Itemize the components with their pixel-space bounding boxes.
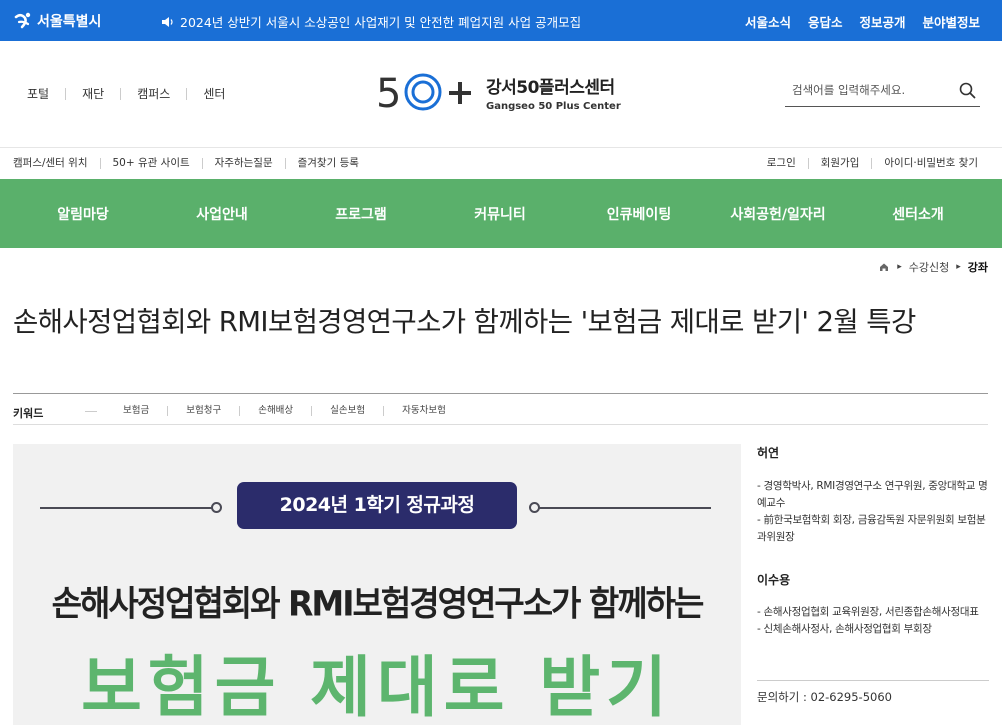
toplink-field-info[interactable]: 분야별정보 (922, 12, 980, 31)
keyword-tag[interactable]: 실손보험 (311, 406, 383, 416)
poster-line-left (40, 507, 217, 509)
bookmark-link[interactable]: 즐겨찾기 등록 (284, 158, 371, 169)
keyword-tag[interactable]: 보험청구 (167, 406, 239, 416)
instructor-name: 허연 (757, 446, 780, 460)
contact-phone: 문의하기 : 02-6295-5060 (757, 680, 989, 705)
instructor-bio-line: - 손해사정업협회 교육위원장, 서린종합손해사정대표 (757, 606, 979, 618)
nav-item-about[interactable]: 센터소개 (892, 204, 944, 224)
home-icon[interactable] (878, 261, 890, 273)
logo-english-name: Gangseo 50 Plus Center (486, 100, 621, 112)
nav-item-social-jobs[interactable]: 사회공헌/일자리 (730, 204, 825, 224)
util-link-center[interactable]: 센터 (186, 88, 241, 100)
poster-dot-right (529, 502, 540, 513)
poster-headline: 보험금 제대로 받기 (81, 649, 673, 725)
nav-item-notice[interactable]: 알림마당 (57, 204, 109, 224)
toplink-response[interactable]: 응답소 (808, 12, 843, 31)
poster-subtitle: 손해사정업협회와 RMI보험경영연구소가 함께하는 (51, 583, 705, 625)
chevron-right-icon: ▸ (897, 262, 902, 272)
signup-link[interactable]: 회원가입 (807, 158, 872, 169)
poster-dot-left (211, 502, 222, 513)
breadcrumb: ▸ 수강신청 ▸ 강좌 (878, 259, 988, 275)
keyword-tag[interactable]: 보험금 (105, 406, 167, 416)
util-link-portal[interactable]: 포털 (27, 88, 65, 100)
site-header: 포털 재단 캠퍼스 센터 5 강서50플러스센터 Gangseo 50 Plus… (0, 41, 1002, 147)
top-links: 서울소식 응답소 정보공개 분야별정보 (745, 12, 980, 31)
instructor-bio-line: - 경영학박사, RMI경영연구소 연구위원, 중앙대학교 명예교수 (757, 480, 988, 509)
speaker-icon (162, 16, 173, 27)
nav-item-business[interactable]: 사업안내 (196, 204, 248, 224)
keyword-list: 보험금 보험청구 손해배상 실손보험 자동차보험 (85, 406, 464, 416)
fifty-plus-logo-icon: 5 (376, 71, 471, 114)
chevron-right-icon: ▸ (956, 262, 961, 272)
nav-item-program[interactable]: 프로그램 (335, 204, 387, 224)
lecture-poster: 2024년 1학기 정규과정 손해사정업협회와 RMI보험경영연구소가 함께하는… (13, 444, 741, 725)
search-input[interactable] (792, 83, 952, 97)
site-logo[interactable]: 5 강서50플러스센터 Gangseo 50 Plus Center (376, 70, 621, 114)
notice-text: 2024년 상반기 서울시 소상공인 사업재기 및 안전한 폐업지원 사업 공개… (180, 15, 582, 30)
util-link-campus[interactable]: 캠퍼스 (120, 88, 186, 100)
account-links: 로그인 회원가입 아이디·비밀번호 찾기 (755, 158, 978, 169)
instructor-bio-line: - 前한국보험학회 회장, 금융감독원 자문위원회 보험분과위원장 (757, 514, 986, 543)
faq-link[interactable]: 자주하는질문 (201, 158, 285, 169)
instructor-bio-line: - 신체손해사정사, 손해사정업협회 부회장 (757, 623, 932, 635)
seoul-topbar: 서울특별시 2024년 상반기 서울시 소상공인 사업재기 및 안전한 폐업지원… (0, 0, 1002, 41)
utility-row: 캠퍼스/센터 위치 50+ 유관 사이트 자주하는질문 즐겨찾기 등록 로그인 … (0, 147, 1002, 179)
keyword-tag[interactable]: 손해배상 (239, 406, 311, 416)
logo-korean-name: 강서50플러스센터 (486, 77, 615, 98)
poster-line-right (538, 507, 711, 509)
util-link-foundation[interactable]: 재단 (65, 88, 120, 100)
nav-item-incubating[interactable]: 인큐베이팅 (607, 204, 671, 224)
login-link[interactable]: 로그인 (755, 158, 808, 169)
keyword-label: 키워드 (13, 407, 44, 420)
breadcrumb-current: 강좌 (967, 261, 988, 274)
nav-item-community[interactable]: 커뮤니티 (474, 204, 526, 224)
poster-semester-badge: 2024년 1학기 정규과정 (237, 482, 517, 529)
page-title: 손해사정업협회와 RMI보험경영연구소가 함께하는 '보험금 제대로 받기' 2… (13, 306, 916, 338)
family-site-nav: 포털 재단 캠퍼스 센터 (27, 88, 241, 100)
related-sites-link[interactable]: 50+ 유관 사이트 (99, 158, 202, 169)
campus-location-link[interactable]: 캠퍼스/센터 위치 (13, 158, 100, 169)
toplink-info-disclosure[interactable]: 정보공개 (859, 12, 905, 31)
seoul-brand-label: 서울특별시 (37, 14, 102, 30)
notice-link[interactable]: 2024년 상반기 서울시 소상공인 사업재기 및 안전한 폐업지원 사업 공개… (161, 12, 581, 31)
instructor-name: 이수용 (757, 573, 791, 587)
utility-links-left: 캠퍼스/센터 위치 50+ 유관 사이트 자주하는질문 즐겨찾기 등록 (13, 158, 371, 169)
keyword-divider (85, 411, 97, 412)
search-box (785, 75, 980, 107)
search-icon[interactable] (959, 82, 976, 99)
find-account-link[interactable]: 아이디·비밀번호 찾기 (871, 158, 978, 169)
svg-text:5: 5 (376, 71, 401, 114)
breadcrumb-enrollment[interactable]: 수강신청 (909, 259, 949, 275)
seoul-brand-link[interactable]: 서울특별시 (13, 10, 101, 32)
toplink-seoul-news[interactable]: 서울소식 (745, 12, 791, 31)
keyword-bar: 키워드 보험금 보험청구 손해배상 실손보험 자동차보험 (13, 393, 988, 425)
main-navigation: 알림마당 사업안내 프로그램 커뮤니티 인큐베이팅 사회공헌/일자리 센터소개 (0, 179, 1002, 248)
seoul-logo-icon (14, 12, 31, 29)
keyword-tag[interactable]: 자동차보험 (383, 406, 464, 416)
